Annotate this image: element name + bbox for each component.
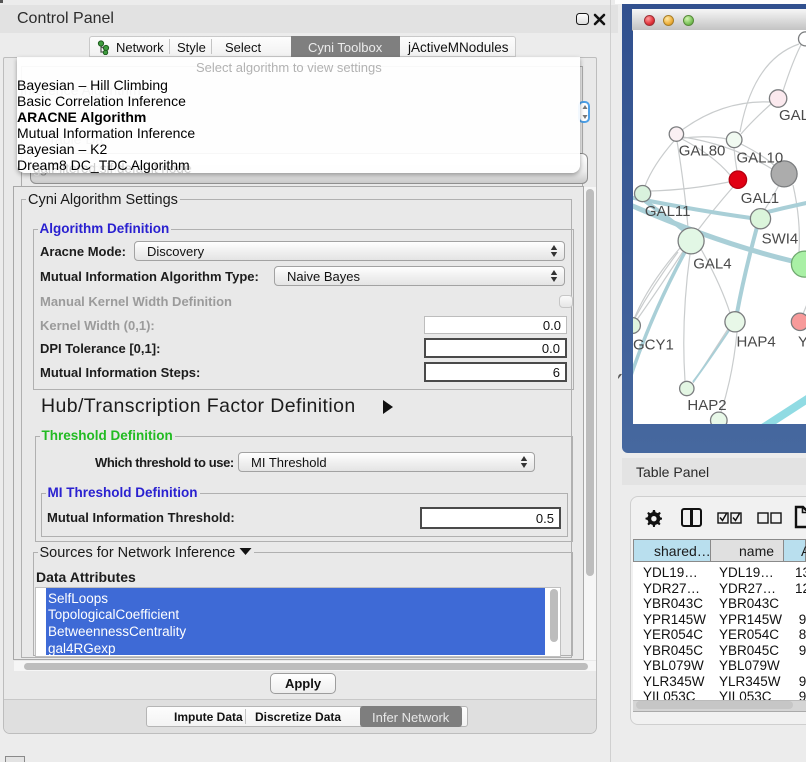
svg-text:GAL80: GAL80 (679, 143, 726, 160)
svg-text:GAL10: GAL10 (737, 150, 784, 167)
svg-text:GAL1: GAL1 (741, 190, 779, 207)
svg-text:HAP2: HAP2 (687, 397, 726, 414)
svg-text:GAL4: GAL4 (693, 256, 731, 273)
svg-text:GAL11: GAL11 (645, 203, 691, 220)
svg-text:GAL7: GAL7 (779, 107, 806, 124)
svg-text:GCY1: GCY1 (633, 337, 674, 354)
svg-text:SWI4: SWI4 (762, 231, 799, 248)
svg-text:HAP4: HAP4 (737, 334, 776, 351)
svg-text:Y: Y (798, 334, 806, 351)
